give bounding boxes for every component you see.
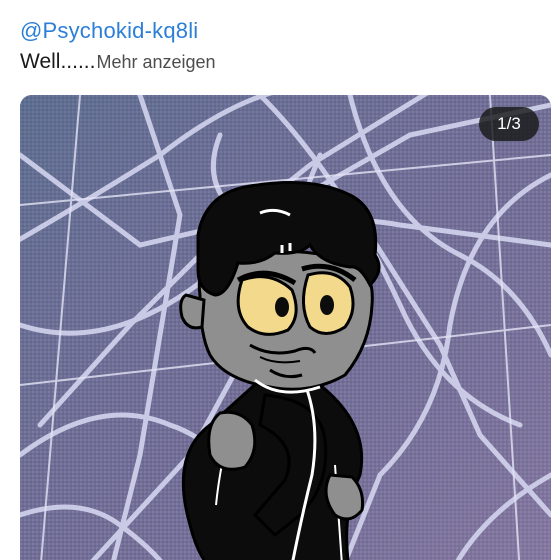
author-handle-link[interactable]: @Psychokid-kq8li xyxy=(20,18,198,44)
show-more-link[interactable]: Mehr anzeigen xyxy=(96,52,215,72)
post-image xyxy=(20,95,551,560)
post-caption: Well......Mehr anzeigen xyxy=(20,50,216,74)
image-carousel[interactable]: 1/3 xyxy=(20,95,551,560)
caption-text: Well...... xyxy=(20,50,96,73)
image-counter-badge: 1/3 xyxy=(479,107,539,141)
